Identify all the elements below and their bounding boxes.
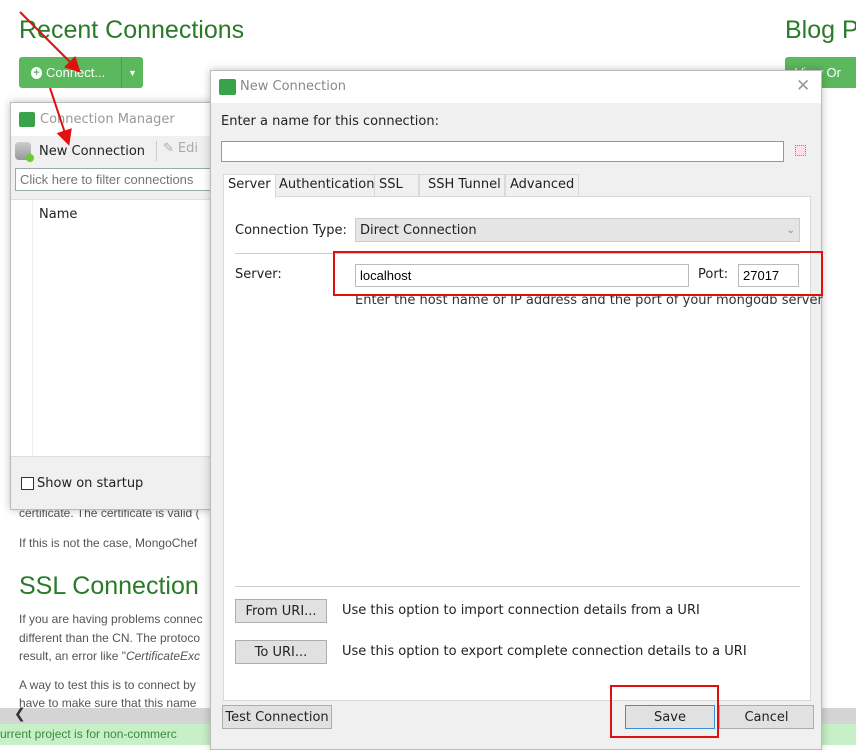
arrow-to-connect xyxy=(19,11,81,73)
tab-server[interactable]: Server xyxy=(223,174,276,198)
arrow-to-new-connection xyxy=(49,87,72,146)
annotation-arrows xyxy=(19,11,81,146)
